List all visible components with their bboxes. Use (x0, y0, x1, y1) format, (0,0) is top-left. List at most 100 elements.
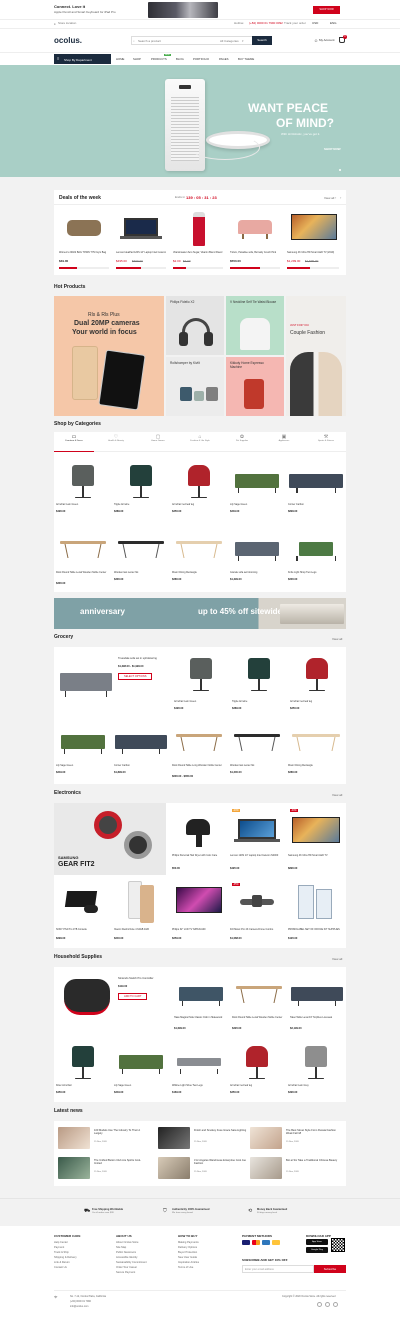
nav-buy-theme[interactable]: BUY THEME (238, 57, 254, 61)
product-card[interactable]: Moon Dining Rectangle $280.00 (288, 717, 344, 781)
footer-link[interactable]: Secure Payment (116, 1270, 147, 1275)
product-card[interactable]: Takei Table Lenai F3 Trophies Loveseat $2… (290, 969, 344, 1033)
product-card[interactable]: Moon Dining Rectangle $280.00 (172, 524, 226, 588)
currency-select[interactable]: USD (312, 21, 318, 26)
fashion-banner[interactable]: JUST FOR YOU Couple Fashion (286, 296, 346, 416)
product-card[interactable]: Philips 32" LCD TV 32PFA4100 $259.00 (172, 879, 226, 945)
product-card[interactable]: Lily Sage Green $349.00 (114, 1037, 168, 1099)
deal-card[interactable]: Tvilum, Paradise sofa, Burnaby Couch Pin… (230, 208, 282, 272)
product-card[interactable]: Corner Carbon $1,899.00 (114, 717, 168, 781)
tab-appliances[interactable]: ▣ Appliances (264, 432, 304, 452)
search-button[interactable]: Search (252, 36, 272, 45)
google-play-button[interactable]: Google Play (306, 1247, 328, 1253)
product-card[interactable]: -35% DJI Mavic Pro 4K Camera Drone Combo $… (230, 879, 284, 945)
product-card[interactable]: Wooden last center fist $1,200.00 (230, 717, 284, 781)
product-card[interactable]: Philips Personal Hair Dryer with Ionic C… (172, 805, 226, 873)
gear-fit-banner[interactable]: SAMSUNG GEAR FIT2 (54, 803, 166, 875)
email-field[interactable]: Enter your email address (242, 1265, 314, 1273)
product-card[interactable]: Kitter Armchair $450.00 (56, 1037, 110, 1099)
promo-shop-now-button[interactable]: SHOP NOW (313, 6, 340, 14)
hero-slider-dot[interactable] (339, 169, 341, 171)
product-card[interactable]: Grande sofa set blooming $1,399.00 (230, 524, 284, 588)
household-view-all-link[interactable]: View all (332, 957, 342, 961)
blouse-banner[interactable]: V Neckline Self Tie Waist Blouse (226, 296, 284, 355)
deals-view-all-link[interactable]: View all (324, 196, 334, 200)
product-card[interactable]: Armchair red leaf leg $350.00 (230, 1037, 284, 1099)
product-card[interactable]: -30% Samsung 4K Ultra HD Smart LED TV $890… (288, 805, 344, 873)
product-card[interactable]: PROMOLABEL SET OF OFFICE KIT SUPPLIES $12… (288, 879, 344, 945)
featured-product[interactable]: Truesdale sofa set in upholstering $1,39… (56, 649, 170, 709)
store-location-link[interactable]: Store location (58, 21, 76, 26)
product-card[interactable]: Wilkine Light Shoe Two Legs $169.00 (172, 1037, 226, 1099)
app-store-button[interactable]: App Store (306, 1239, 328, 1245)
footer-link[interactable]: Contact Us (54, 1265, 80, 1270)
product-card[interactable]: Armchair Lam Green $490.00 (174, 649, 228, 715)
vases-banner[interactable]: Rollshomper by Kivilt (166, 357, 224, 416)
news-item[interactable]: Bot at Six Take a Traditional Chinese Be… (250, 1157, 342, 1181)
tab-fashion[interactable]: ⌂ Fashion & Life Style (180, 432, 220, 452)
nav-home[interactable]: HOME (116, 57, 124, 61)
news-item[interactable]: 3 Ar Angeles Warehouse Enterprise Cool J… (158, 1157, 250, 1181)
tab-pet[interactable]: ✿ Pet Supplies (222, 432, 262, 452)
nav-blog[interactable]: BLOG (176, 57, 184, 61)
hero-shop-now-link[interactable]: SHOP NOW (324, 147, 341, 151)
product-card[interactable]: Tipple Armoire $389.00 (232, 649, 286, 715)
language-select[interactable]: ENG (330, 21, 337, 26)
news-item[interactable]: Finish and Smokey Fuse Grace Sata Lighti… (158, 1127, 250, 1151)
nav-pages[interactable]: PAGES (219, 57, 228, 61)
footer-link[interactable]: Terms of Use (178, 1265, 199, 1270)
grocery-view-all-link[interactable]: View all (332, 637, 342, 641)
product-card[interactable]: Haas Magical Side Classic Club in Slatew… (174, 969, 228, 1033)
product-card[interactable]: Rock Round Table Lenal Wooden Noble Cent… (56, 524, 110, 588)
deal-card[interactable]: Lenovo IdeaPad 120S 14" Laptop Intel Cel… (116, 208, 168, 272)
logo[interactable]: ocolus. (54, 36, 82, 45)
category-select[interactable]: All Categories (220, 39, 239, 44)
nav-products[interactable]: PRODUCTS (151, 57, 167, 61)
deals-next-icon[interactable]: › (340, 195, 341, 200)
product-card[interactable]: Armchair red leaf leg $350.00 (290, 649, 344, 715)
anniversary-banner[interactable]: anniversary up to 45% off sitewide (54, 598, 346, 629)
product-card[interactable]: Corner Carbon $899.00 (288, 456, 344, 516)
search-input[interactable]: Search a product (138, 39, 161, 44)
espresso-banner[interactable]: Kikkuty Home Espresso Machine (226, 357, 284, 416)
product-card[interactable]: Armchair red leaf leg $350.00 (172, 456, 226, 516)
tab-health[interactable]: ♡ Health & Beauty (96, 432, 136, 452)
subscribe-button[interactable]: Subscribe (314, 1265, 346, 1273)
tab-sports[interactable]: ⚒ Sports & Fitness (306, 432, 346, 452)
iphone-banner[interactable]: Rls & Rls Plus Dual 20MP cameras Your wo… (54, 296, 164, 416)
product-card[interactable]: Rock Round Table Lenal Wooden Noble Cent… (232, 969, 286, 1033)
electronics-view-all-link[interactable]: View all (332, 793, 342, 797)
deals-prev-icon[interactable]: ‹ (335, 195, 336, 200)
product-card[interactable]: Lily Sage Green $349.00 (230, 456, 284, 516)
deal-card[interactable]: Vitaminwater Zero Sugar, Vitamin Blend F… (173, 208, 225, 272)
product-card[interactable]: Armchair Lam Green $490.00 (56, 456, 110, 516)
product-card[interactable]: -20% Lenovo 120S 14" Laptop Intel Celeron… (230, 805, 284, 873)
product-card[interactable]: Rock Round Table Long Wooden Noble Cente… (172, 717, 226, 781)
nav-shop[interactable]: SHOP (133, 57, 141, 61)
product-card[interactable]: SONY PS4 Pro 1TB Console $299.00 (56, 879, 110, 945)
add-to-cart-button[interactable]: ADD TO CART (118, 993, 148, 1000)
news-item[interactable]: The Unified Button Club Are Spirits Cool… (58, 1157, 150, 1181)
product-card[interactable]: Xiaomi Redmi Note 4 64GB 4GB $240.00 (114, 879, 168, 945)
deal-card[interactable]: Women's 20022 BAG TOWN TYM Gym Bag $49.0… (59, 208, 111, 272)
twitter-icon[interactable] (325, 1302, 330, 1307)
select-options-button[interactable]: SELECT OPTIONS (118, 673, 153, 680)
shop-by-department-button[interactable]: ≡ Shop By Department (54, 54, 111, 64)
my-account-link[interactable]: My Account (319, 38, 335, 43)
featured-product[interactable]: Nintendo Switch Pro Controller $119.00 A… (56, 969, 170, 1031)
product-card[interactable]: Knife Light Shop Two Legs $200.00 (288, 524, 344, 588)
product-card[interactable]: Armchair Lam Grey $390.00 (288, 1037, 344, 1099)
tab-furniture[interactable]: ▭ Furniture & Decor (54, 432, 94, 452)
facebook-icon[interactable] (317, 1302, 322, 1307)
product-card[interactable]: Lily Sage Green $349.00 (56, 717, 110, 781)
product-card[interactable]: Tipple Armoire $389.00 (114, 456, 168, 516)
tab-games[interactable]: ▢ Home Games (138, 432, 178, 452)
track-order-link[interactable]: Track your order (284, 21, 306, 26)
deal-card[interactable]: Samsung 4K Ultra HD Smart LED TV (2019) … (287, 208, 341, 272)
news-item[interactable]: The Best Street Style From Russia Fashio… (250, 1127, 342, 1151)
instagram-icon[interactable] (333, 1302, 338, 1307)
nav-portfolio[interactable]: PORTFOLIO (193, 57, 209, 61)
product-card[interactable]: Wooden last center fist $300.00 (114, 524, 168, 588)
news-item[interactable]: 100 Models Use The Industry To Their A L… (58, 1127, 150, 1151)
headphones-banner[interactable]: Philips Fidelio X2 (166, 296, 224, 355)
